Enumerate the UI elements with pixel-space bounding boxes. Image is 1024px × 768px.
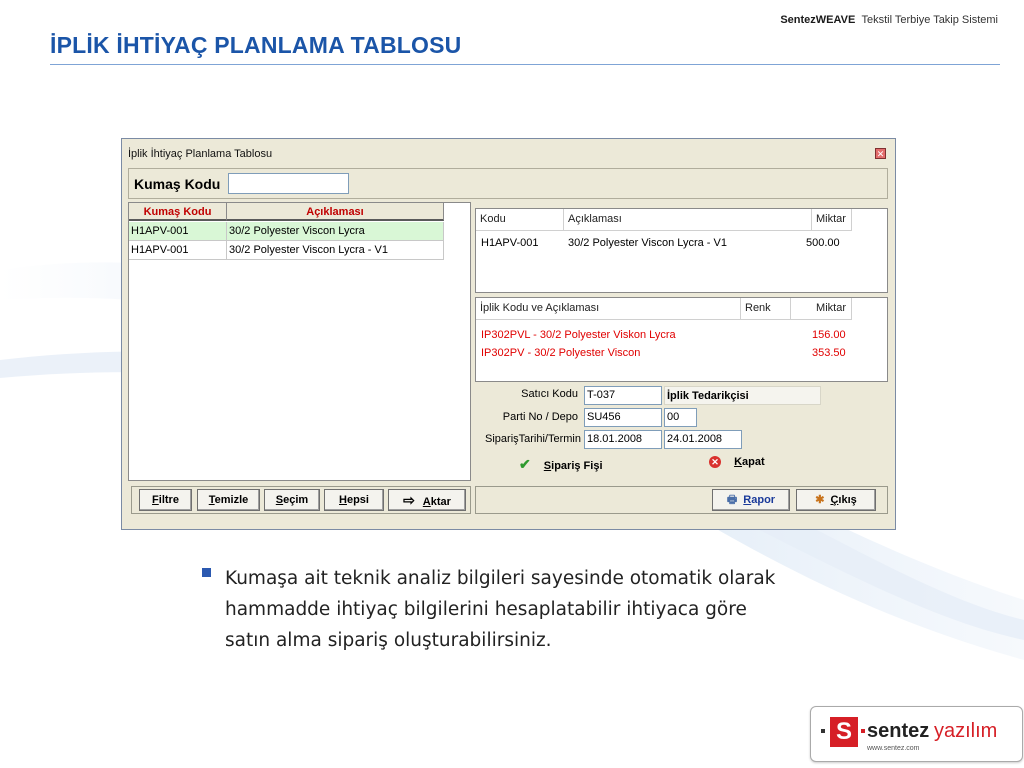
description-cell: 30/2 Polyester Viscon Lycra - V1	[227, 241, 444, 260]
right-toolbar: 🖶 Rapor ✱ Çıkış	[475, 486, 888, 514]
fabric-code-label: Kumaş Kodu	[134, 176, 221, 192]
close-form-button[interactable]: ✕ Kapat	[709, 456, 765, 469]
close-label: apat	[742, 456, 765, 468]
lot-no-field[interactable]: SU456	[584, 408, 662, 427]
detail-description: 30/2 Polyester Viscon Lycra - V1	[568, 237, 727, 249]
fabric-detail-panel: Kodu Açıklaması Miktar H1APV-001 30/2 Po…	[475, 208, 888, 293]
column-header-yarn: İplik Kodu ve Açıklaması	[476, 298, 741, 319]
clear-label: emizle	[214, 494, 249, 506]
exit-icon: ✱	[815, 494, 825, 506]
title-divider	[50, 64, 1000, 65]
yarn-panel: İplik Kodu ve Açıklaması Renk Miktar IP3…	[475, 297, 888, 382]
report-label: apor	[751, 494, 776, 506]
order-slip-label: ipariş Fişi	[551, 460, 603, 472]
yarn-row-description[interactable]: IP302PV - 30/2 Polyester Viscon	[481, 347, 640, 359]
logo-mark: S	[830, 717, 858, 747]
column-header-color: Renk	[741, 298, 791, 319]
search-bar: Kumaş Kodu	[128, 168, 888, 199]
bullet-square	[202, 568, 211, 577]
supplier-code-field[interactable]: T-037	[584, 386, 662, 405]
transfer-label: ktar	[430, 496, 451, 508]
checkmark-icon: ✔	[519, 456, 531, 472]
yarn-row-description[interactable]: IP302PVL - 30/2 Polyester Viskon Lycra	[481, 329, 676, 341]
brand-subtitle: Tekstil Terbiye Takip Sistemi	[861, 14, 998, 26]
logo-dot-left	[821, 729, 825, 733]
all-hotkey: H	[339, 494, 347, 506]
fabric-code-cell: H1APV-001	[129, 222, 227, 241]
logo-word-bold: sentez	[867, 720, 930, 742]
arrow-right-icon: ⇨	[403, 492, 415, 508]
logo-dot-right	[861, 729, 865, 733]
header-divider	[476, 319, 852, 320]
logo-word-light: yazılım	[934, 720, 998, 742]
table-row[interactable]: H1APV-001 30/2 Polyester Viscon Lycra - …	[129, 241, 444, 260]
cancel-icon: ✕	[709, 456, 721, 469]
column-header-description[interactable]: Açıklaması	[227, 203, 444, 221]
fabric-grid-header: Kumaş Kodu Açıklaması	[129, 203, 444, 221]
exit-label: ıkış	[838, 494, 857, 506]
all-button[interactable]: Hepsi	[324, 489, 384, 511]
date-label: SiparişTarihi/Termin	[485, 433, 581, 445]
logo-url: www.sentez.com	[867, 745, 920, 752]
column-header-quantity: Miktar	[812, 209, 852, 230]
yarn-row-quantity: 156.00	[812, 329, 846, 341]
detail-code: H1APV-001	[481, 237, 539, 249]
report-button[interactable]: 🖶 Rapor	[712, 489, 790, 511]
brand-line: SentezWEAVE Tekstil Terbiye Takip Sistem…	[780, 14, 998, 26]
clear-button[interactable]: Temizle	[197, 489, 260, 511]
due-date-field[interactable]: 24.01.2008	[664, 430, 742, 449]
order-date-field[interactable]: 18.01.2008	[584, 430, 662, 449]
all-label: epsi	[346, 494, 369, 506]
window-title: İplik İhtiyaç Planlama Tablosu	[128, 148, 273, 160]
yarn-row-quantity: 353.50	[812, 347, 846, 359]
filter-hotkey: F	[152, 494, 159, 506]
transfer-button[interactable]: ⇨ Aktar	[388, 489, 466, 511]
lot-label: Parti No / Depo	[502, 411, 578, 423]
slide-title: İPLİK İHTİYAÇ PLANLAMA TABLOSU	[50, 32, 462, 58]
table-row[interactable]: H1APV-001 30/2 Polyester Viscon Lycra	[129, 222, 444, 241]
description-text: Kumaşa ait teknik analiz bilgileri sayes…	[225, 568, 776, 651]
column-header-description: Açıklaması	[564, 209, 812, 230]
transfer-hotkey: A	[422, 496, 431, 508]
depot-field[interactable]: 00	[664, 408, 697, 427]
header-divider	[476, 230, 852, 231]
exit-button[interactable]: ✱ Çıkış	[796, 489, 876, 511]
order-slip-button[interactable]: ✔ Sipariş Fişi	[519, 456, 603, 473]
select-button[interactable]: Seçim	[264, 489, 320, 511]
left-toolbar: Filtre Temizle Seçim Hepsi ⇨ Aktar	[131, 486, 471, 514]
supplier-name: İplik Tedarikçisi	[664, 386, 821, 405]
brand-name: SentezWEAVE	[780, 14, 856, 26]
fabric-code-input[interactable]	[228, 173, 349, 194]
detail-quantity: 500.00	[806, 237, 840, 249]
filter-button[interactable]: Filtre	[139, 489, 192, 511]
close-hotkey: K	[734, 456, 743, 468]
fabric-grid: Kumaş Kodu Açıklaması H1APV-001 30/2 Pol…	[128, 202, 471, 481]
filter-label: iltre	[158, 494, 179, 506]
fabric-code-cell: H1APV-001	[129, 241, 227, 260]
select-label: eçim	[283, 494, 309, 506]
order-form: Satıcı Kodu T-037 İplik Tedarikçisi Part…	[475, 384, 888, 481]
sentez-logo: S sentez yazılım www.sentez.com	[810, 706, 1023, 762]
description-cell: 30/2 Polyester Viscon Lycra	[227, 222, 444, 241]
column-header-code: Kodu	[476, 209, 564, 230]
supplier-label: Satıcı Kodu	[521, 388, 578, 400]
column-header-quantity: Miktar	[791, 298, 852, 319]
printer-icon: 🖶	[726, 494, 738, 506]
column-header-fabric-code[interactable]: Kumaş Kodu	[129, 203, 227, 221]
close-icon[interactable]: ✕	[875, 148, 886, 159]
planning-window: İplik İhtiyaç Planlama Tablosu ✕ Kumaş K…	[121, 138, 896, 530]
